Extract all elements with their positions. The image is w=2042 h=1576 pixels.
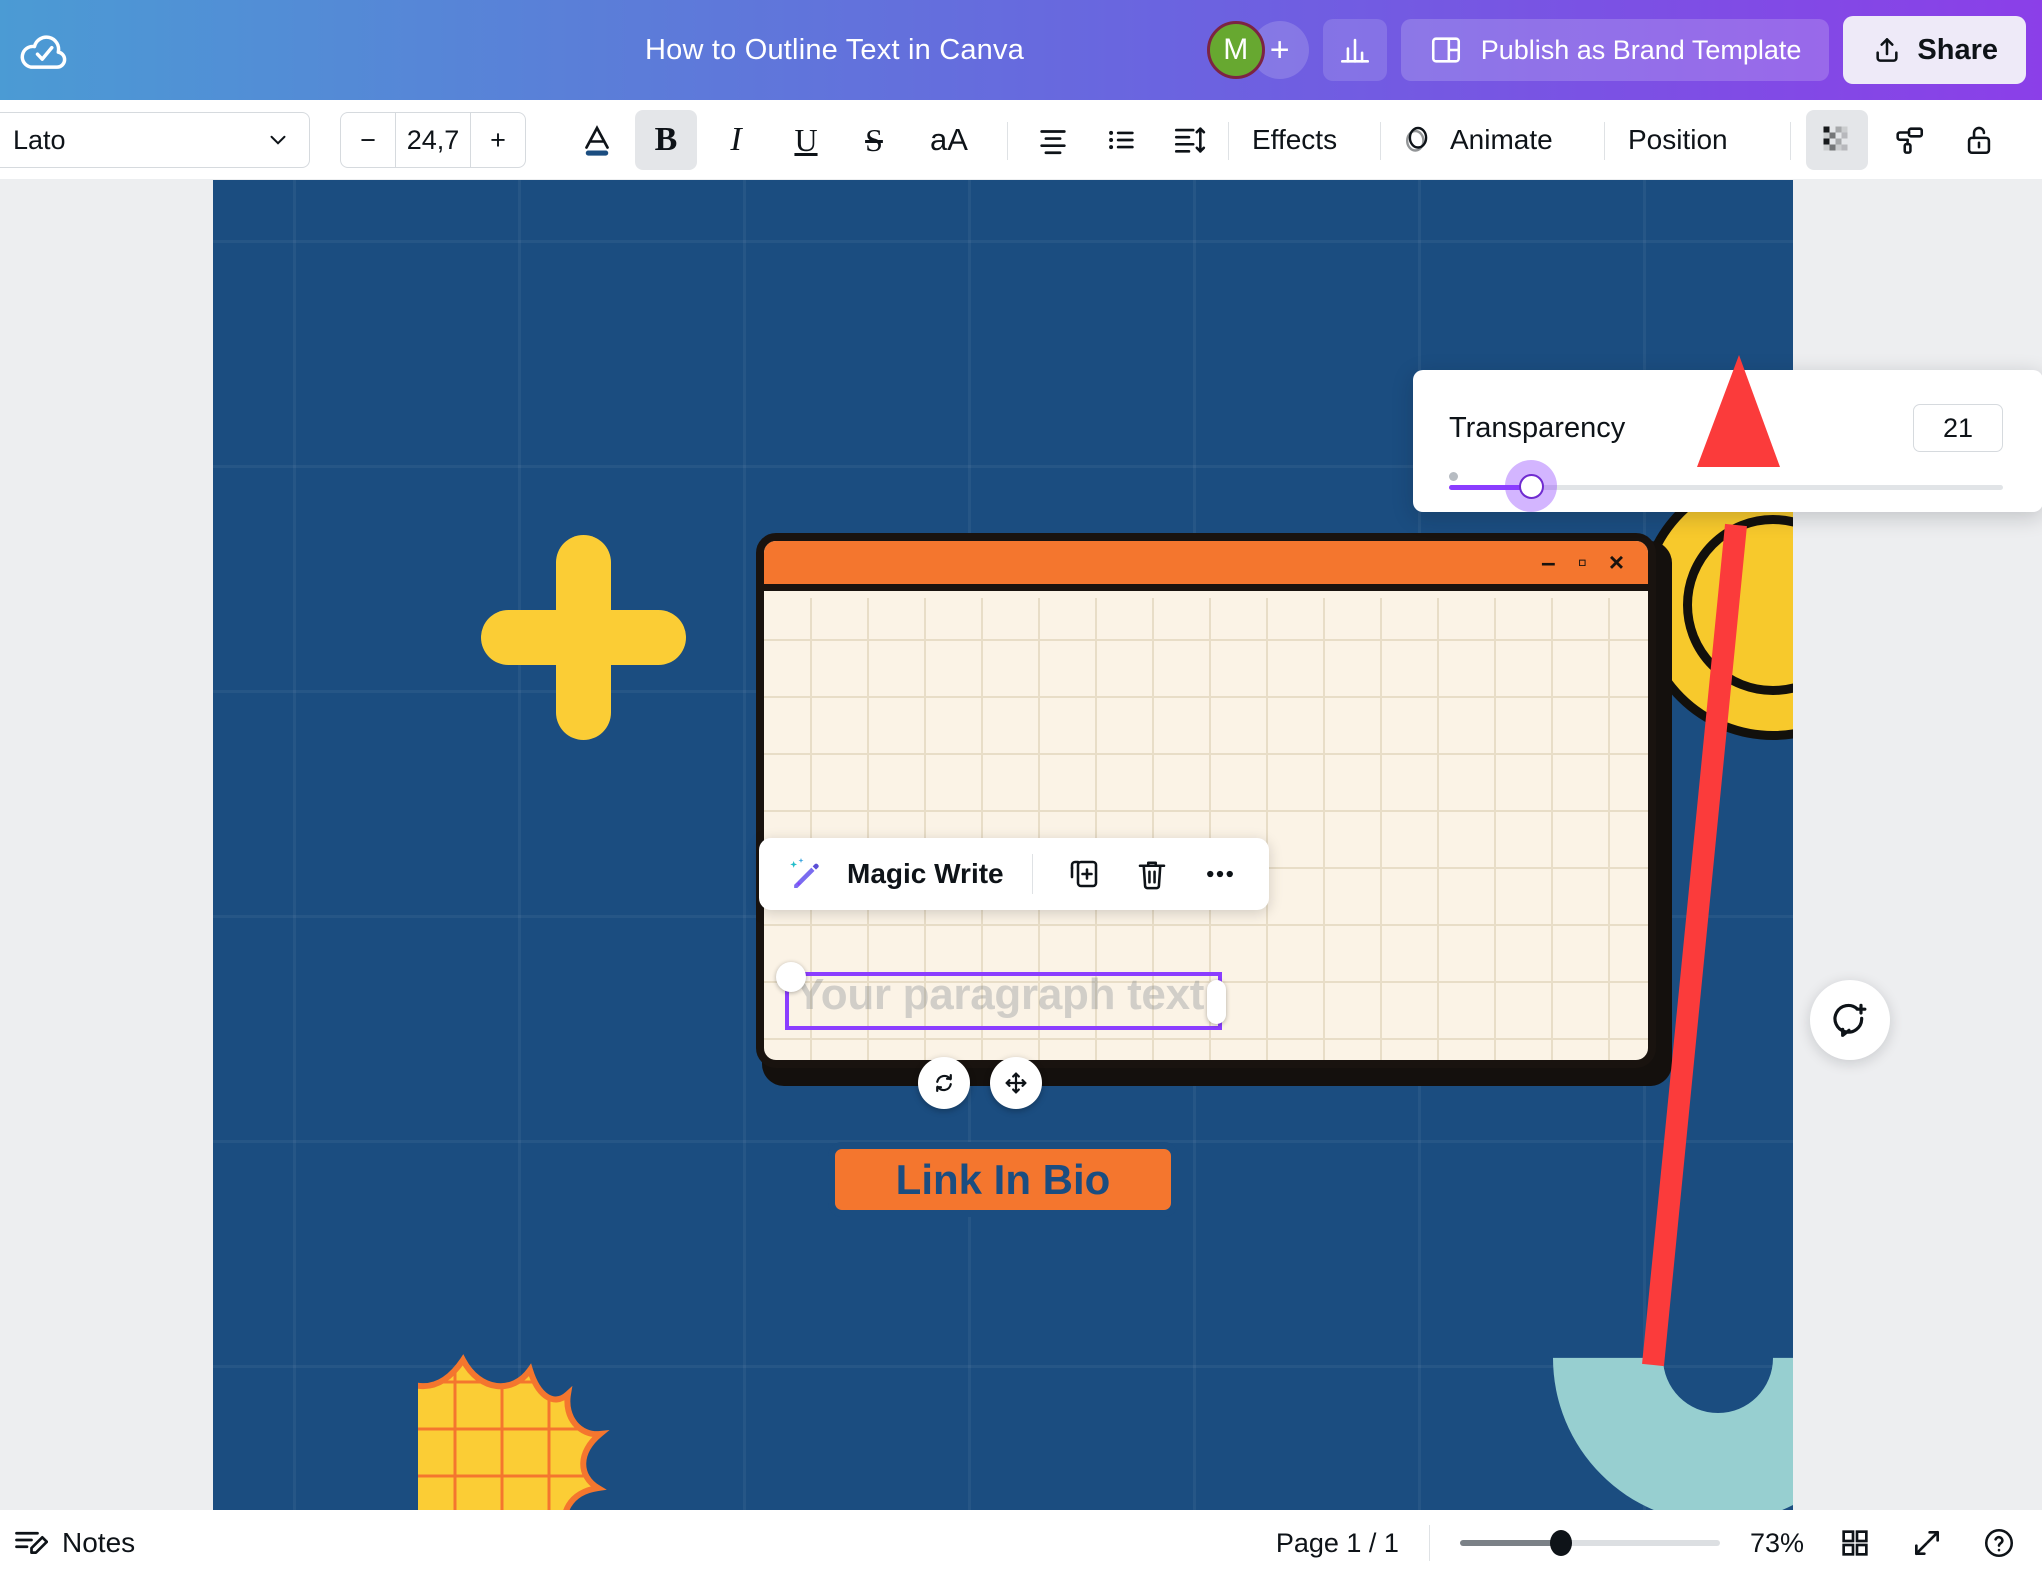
rotate-corner-handle[interactable]: [776, 962, 806, 992]
publish-brand-template-label: Publish as Brand Template: [1480, 34, 1802, 65]
underline-label: U: [794, 121, 818, 158]
grid-line: [518, 180, 521, 1510]
font-family-value: Lato: [13, 124, 66, 155]
text-selection-box[interactable]: [785, 972, 1222, 1030]
transparency-checker-icon[interactable]: [1806, 110, 1868, 170]
font-size-decrease-button[interactable]: −: [341, 112, 395, 168]
transparency-header: Transparency 21: [1449, 404, 2003, 452]
toolbar-divider-3: [1380, 122, 1381, 160]
element-context-toolbar[interactable]: Magic Write: [759, 838, 1269, 910]
bar-chart-icon[interactable]: [1322, 19, 1387, 81]
publish-brand-template-button[interactable]: Publish as Brand Template: [1400, 19, 1830, 81]
trash-icon[interactable]: [1129, 851, 1175, 897]
link-in-bio-button[interactable]: Link In Bio: [828, 1142, 1178, 1217]
transparency-slider[interactable]: [1449, 460, 2003, 512]
grid-line: [213, 240, 1793, 243]
bold-label: B: [654, 121, 678, 158]
grid-line: [293, 180, 296, 1510]
mockup-titlebar: – ▫ ×: [764, 541, 1648, 591]
help-icon[interactable]: [1978, 1522, 2020, 1564]
zoom-slider[interactable]: [1459, 1530, 1720, 1556]
fullscreen-icon[interactable]: [1906, 1522, 1948, 1564]
position-button[interactable]: Position: [1628, 110, 1728, 170]
notes-icon: [12, 1525, 48, 1561]
case-label: aA: [930, 122, 968, 157]
header-right-controls: M + Publish as Brand Template Share: [1206, 0, 2042, 100]
toolbar-divider-4: [1604, 122, 1605, 160]
effects-button[interactable]: Effects: [1252, 110, 1337, 170]
zoom-track-empty: [1557, 1540, 1720, 1546]
app-header: How to Outline Text in Canva M + Publish…: [0, 0, 2042, 100]
text-color-A-icon[interactable]: [566, 110, 628, 170]
bold-button[interactable]: B: [635, 110, 697, 170]
starburst-shape[interactable]: [418, 1352, 648, 1510]
cloud-check-icon[interactable]: [18, 26, 70, 78]
avatar[interactable]: M: [1206, 21, 1265, 79]
transparency-popup[interactable]: Transparency 21: [1413, 370, 2042, 512]
zoom-track-filled: [1459, 1540, 1558, 1546]
chevron-down-icon: [265, 127, 291, 153]
font-size-increase-button[interactable]: +: [471, 112, 525, 168]
paint-roller-icon[interactable]: [1878, 110, 1940, 170]
teal-arc-shape[interactable]: [1484, 1124, 1793, 1510]
strikethrough-label: S: [865, 121, 883, 158]
more-options-icon[interactable]: [1197, 851, 1243, 897]
transparency-label: Transparency: [1449, 411, 1626, 444]
rotate-handle-icon[interactable]: [918, 1057, 970, 1109]
collaborator-group: M +: [1206, 21, 1309, 79]
font-size-stepper[interactable]: − 24,7 +: [340, 112, 526, 168]
lock-open-icon[interactable]: [1948, 110, 2010, 170]
italic-label: I: [730, 121, 742, 158]
resize-side-handle[interactable]: [1207, 980, 1226, 1024]
grid-view-icon[interactable]: [1834, 1522, 1876, 1564]
line-spacing-icon[interactable]: [1158, 110, 1220, 170]
zoom-percent-label[interactable]: 73%: [1750, 1528, 1804, 1559]
magic-write-label: Magic Write: [847, 858, 1004, 889]
font-family-select[interactable]: Lato: [0, 112, 310, 168]
add-comment-icon: [1830, 1000, 1870, 1040]
add-comment-button[interactable]: [1810, 980, 1890, 1060]
grid-line: [743, 180, 746, 1510]
bottom-right-controls: Page 1 / 1 73%: [1276, 1522, 2020, 1564]
animate-icon: [1400, 122, 1436, 158]
canvas-workspace[interactable]: – ▫ × Magic Write Your paragraph text Li…: [0, 180, 2042, 1510]
notes-label: Notes: [62, 1527, 136, 1558]
strikethrough-button[interactable]: S: [843, 110, 905, 170]
bottom-status-bar: Notes Page 1 / 1 73%: [0, 1510, 2042, 1576]
share-upload-icon: [1871, 34, 1903, 66]
bulleted-list-icon[interactable]: [1090, 110, 1152, 170]
page-indicator[interactable]: Page 1 / 1: [1276, 1528, 1399, 1559]
animate-button[interactable]: Animate: [1400, 110, 1553, 170]
minimize-icon[interactable]: –: [1541, 547, 1555, 578]
maximize-icon[interactable]: ▫: [1578, 547, 1587, 578]
zoom-knob[interactable]: [1549, 1530, 1572, 1556]
template-layout-icon: [1429, 33, 1463, 67]
share-button[interactable]: Share: [1843, 16, 2026, 84]
duplicate-icon[interactable]: [1061, 851, 1107, 897]
move-handle-icon[interactable]: [990, 1057, 1042, 1109]
text-align-icon[interactable]: [1022, 110, 1084, 170]
document-title[interactable]: How to Outline Text in Canva: [645, 0, 1024, 100]
letter-case-button[interactable]: aA: [912, 110, 986, 170]
transparency-value-input[interactable]: 21: [1913, 404, 2003, 452]
italic-button[interactable]: I: [705, 110, 767, 170]
underline-button[interactable]: U: [775, 110, 837, 170]
notes-button[interactable]: Notes: [12, 1525, 135, 1561]
text-toolbar: Lato − 24,7 + B I U S aA Effects Animate…: [0, 100, 2042, 180]
magic-pen-icon[interactable]: [785, 854, 825, 894]
slider-min-dot: [1449, 472, 1458, 481]
toolbar-divider-5: [1790, 122, 1791, 160]
toolbar-divider-2: [1228, 122, 1229, 160]
font-size-input[interactable]: 24,7: [395, 112, 471, 168]
toolbar-divider: [1031, 854, 1033, 894]
share-label: Share: [1917, 33, 1998, 66]
bottom-divider: [1428, 1525, 1430, 1561]
animate-label: Animate: [1450, 124, 1553, 155]
close-icon[interactable]: ×: [1609, 547, 1624, 578]
plus-decoration-shape[interactable]: [481, 535, 686, 740]
slider-knob[interactable]: [1519, 474, 1544, 499]
toolbar-divider: [1007, 122, 1008, 160]
